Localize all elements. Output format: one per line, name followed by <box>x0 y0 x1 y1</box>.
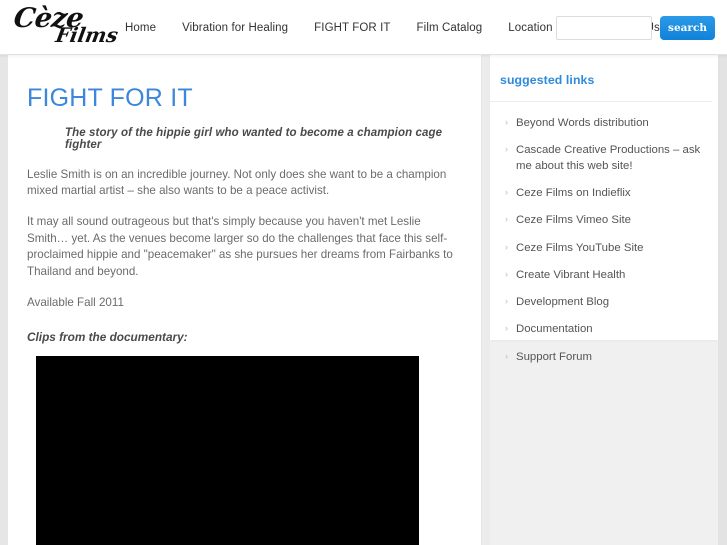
video-player-primary[interactable] <box>36 355 419 545</box>
right-page-gutter <box>718 55 727 545</box>
chevron-right-icon: › <box>505 323 508 334</box>
nav-item-home[interactable]: Home <box>112 22 169 34</box>
list-item[interactable]: › Ceze Films Vimeo Site <box>505 213 718 229</box>
list-item[interactable]: › Cascade Creative Productions – ask me a… <box>505 143 718 174</box>
nav-item-fight-for-it[interactable]: FIGHT FOR IT <box>301 22 403 34</box>
list-item-label: Create Vibrant Health <box>516 268 626 281</box>
chevron-right-icon: › <box>505 144 508 155</box>
chevron-right-icon: › <box>505 296 508 307</box>
list-item[interactable]: › Beyond Words distribution <box>505 116 718 132</box>
page-root: Cèze Films Home Vibration for Healing FI… <box>0 0 727 545</box>
sidebar-title: suggested links <box>500 73 595 87</box>
nav-item-film-catalog[interactable]: Film Catalog <box>404 22 496 34</box>
list-item[interactable]: › Ceze Films YouTube Site <box>505 241 718 257</box>
search-input[interactable] <box>556 16 653 40</box>
chevron-right-icon: › <box>505 117 508 127</box>
main-content-inner: FIGHT FOR IT The story of the hippie gir… <box>8 55 481 545</box>
site-header: Cèze Films Home Vibration for Healing FI… <box>0 0 727 55</box>
list-item[interactable]: › Support Forum <box>505 350 718 366</box>
sidebar-divider <box>490 101 712 102</box>
nav-item-vibration-for-healing[interactable]: Vibration for Healing <box>169 22 301 34</box>
chevron-right-icon: › <box>505 187 508 198</box>
list-item-label: Ceze Films YouTube Site <box>516 241 644 254</box>
clips-heading: Clips from the documentary: <box>27 329 188 344</box>
list-item-label: Support Forum <box>516 350 592 363</box>
logo-line-two: Films <box>53 23 120 47</box>
body-paragraph-1: Leslie Smith is on an incredible journey… <box>27 167 447 197</box>
list-item-label: Beyond Words distribution <box>516 117 649 129</box>
page-title: FIGHT FOR IT <box>27 84 193 112</box>
chevron-right-icon: › <box>505 241 508 252</box>
search-form: search <box>556 16 715 40</box>
chevron-right-icon: › <box>505 350 508 361</box>
page-tagline: The story of the hippie girl who wanted … <box>65 126 443 151</box>
chevron-right-icon: › <box>505 268 508 279</box>
sidebar-background-filler <box>490 340 718 545</box>
search-button[interactable]: search <box>660 16 715 40</box>
main-content: FIGHT FOR IT The story of the hippie gir… <box>8 55 482 545</box>
list-item-label: Ceze Films on Indieflix <box>516 187 631 200</box>
chevron-right-icon: › <box>505 214 508 225</box>
list-item[interactable]: › Ceze Films on Indieflix <box>505 186 718 202</box>
list-item-label: Ceze Films Vimeo Site <box>516 214 631 227</box>
list-item-label: Documentation <box>516 323 593 336</box>
column-gutter <box>483 55 490 545</box>
list-item-label: Cascade Creative Productions – ask me ab… <box>516 144 701 172</box>
list-item[interactable]: › Development Blog <box>505 295 718 311</box>
body-paragraph-2: It may all sound outrageous but that's s… <box>27 215 453 278</box>
availability-text: Available Fall 2011 <box>27 296 124 310</box>
list-item[interactable]: › Create Vibrant Health <box>505 268 718 284</box>
left-page-gutter <box>0 55 8 545</box>
list-item-label: Development Blog <box>516 296 610 309</box>
list-item[interactable]: › Documentation <box>505 322 718 338</box>
sidebar: suggested links › Beyond Words distributi… <box>490 55 718 363</box>
suggested-links-list: › Beyond Words distribution › Cascade Crea… <box>490 116 718 365</box>
